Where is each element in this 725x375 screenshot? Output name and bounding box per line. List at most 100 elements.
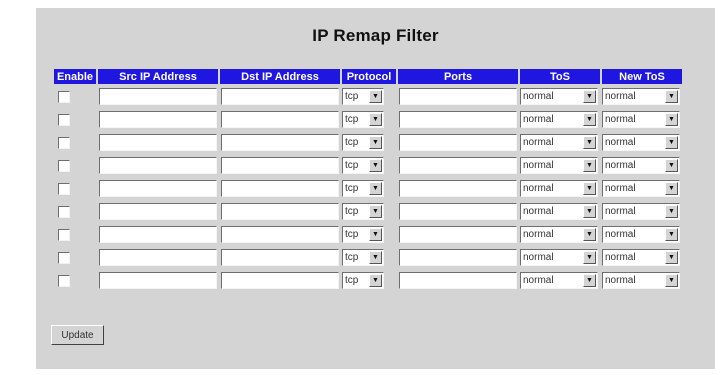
protocol-select[interactable]: tcp ▼ <box>342 226 384 243</box>
table-row: tcp ▼ normal ▼ normal ▼ <box>54 132 682 153</box>
new-tos-select[interactable]: normal ▼ <box>602 88 680 105</box>
src-ip-input[interactable] <box>99 134 217 151</box>
new-tos-select[interactable]: normal ▼ <box>602 226 680 243</box>
dst-ip-input[interactable] <box>221 203 339 220</box>
new-tos-select[interactable]: normal ▼ <box>602 249 680 266</box>
ports-input[interactable] <box>399 134 517 151</box>
tos-select[interactable]: normal ▼ <box>520 134 598 151</box>
chevron-down-icon: ▼ <box>583 136 596 149</box>
chevron-down-icon: ▼ <box>583 251 596 264</box>
ports-input[interactable] <box>399 226 517 243</box>
ports-input[interactable] <box>399 88 517 105</box>
protocol-select[interactable]: tcp ▼ <box>342 134 384 151</box>
new-tos-value: normal <box>605 160 636 171</box>
protocol-value: tcp <box>345 91 359 102</box>
tos-value: normal <box>523 91 554 102</box>
dst-ip-input[interactable] <box>221 157 339 174</box>
dst-ip-input[interactable] <box>221 180 339 197</box>
protocol-value: tcp <box>345 114 359 125</box>
protocol-select[interactable]: tcp ▼ <box>342 203 384 220</box>
tos-value: normal <box>523 275 554 286</box>
new-tos-value: normal <box>605 252 636 263</box>
dst-ip-input[interactable] <box>221 272 339 289</box>
new-tos-select[interactable]: normal ▼ <box>602 111 680 128</box>
table-row: tcp ▼ normal ▼ normal ▼ <box>54 247 682 268</box>
page-title: IP Remap Filter <box>312 26 439 45</box>
chevron-down-icon: ▼ <box>369 228 382 241</box>
tos-select[interactable]: normal ▼ <box>520 226 598 243</box>
chevron-down-icon: ▼ <box>665 90 678 103</box>
ports-input[interactable] <box>399 180 517 197</box>
column-header-new-tos: New ToS <box>602 69 682 84</box>
protocol-value: tcp <box>345 137 359 148</box>
new-tos-select[interactable]: normal ▼ <box>602 134 680 151</box>
protocol-select[interactable]: tcp ▼ <box>342 157 384 174</box>
protocol-value: tcp <box>345 275 359 286</box>
dst-ip-input[interactable] <box>221 111 339 128</box>
protocol-select[interactable]: tcp ▼ <box>342 88 384 105</box>
enable-checkbox[interactable] <box>58 251 70 264</box>
src-ip-input[interactable] <box>99 157 217 174</box>
enable-checkbox[interactable] <box>58 136 70 149</box>
dst-ip-input[interactable] <box>221 134 339 151</box>
chevron-down-icon: ▼ <box>665 182 678 195</box>
enable-checkbox[interactable] <box>58 205 70 218</box>
chevron-down-icon: ▼ <box>583 274 596 287</box>
src-ip-input[interactable] <box>99 180 217 197</box>
tos-select[interactable]: normal ▼ <box>520 203 598 220</box>
ports-input[interactable] <box>399 272 517 289</box>
table-row: tcp ▼ normal ▼ normal ▼ <box>54 178 682 199</box>
update-button[interactable]: Update <box>51 325 104 345</box>
chevron-down-icon: ▼ <box>665 113 678 126</box>
new-tos-value: normal <box>605 137 636 148</box>
protocol-select[interactable]: tcp ▼ <box>342 272 384 289</box>
ports-input[interactable] <box>399 203 517 220</box>
tos-select[interactable]: normal ▼ <box>520 111 598 128</box>
new-tos-select[interactable]: normal ▼ <box>602 157 680 174</box>
protocol-value: tcp <box>345 160 359 171</box>
new-tos-value: normal <box>605 275 636 286</box>
enable-checkbox[interactable] <box>58 113 70 126</box>
protocol-select[interactable]: tcp ▼ <box>342 180 384 197</box>
ports-input[interactable] <box>399 249 517 266</box>
tos-value: normal <box>523 206 554 217</box>
tos-select[interactable]: normal ▼ <box>520 272 598 289</box>
protocol-select[interactable]: tcp ▼ <box>342 111 384 128</box>
src-ip-input[interactable] <box>99 203 217 220</box>
tos-value: normal <box>523 160 554 171</box>
enable-checkbox[interactable] <box>58 90 70 103</box>
column-header-src-ip: Src IP Address <box>98 69 218 84</box>
tos-select[interactable]: normal ▼ <box>520 249 598 266</box>
enable-checkbox[interactable] <box>58 274 70 287</box>
chevron-down-icon: ▼ <box>583 182 596 195</box>
new-tos-value: normal <box>605 206 636 217</box>
dst-ip-input[interactable] <box>221 249 339 266</box>
enable-checkbox[interactable] <box>58 182 70 195</box>
dst-ip-input[interactable] <box>221 88 339 105</box>
protocol-select[interactable]: tcp ▼ <box>342 249 384 266</box>
src-ip-input[interactable] <box>99 88 217 105</box>
new-tos-select[interactable]: normal ▼ <box>602 203 680 220</box>
src-ip-input[interactable] <box>99 272 217 289</box>
enable-checkbox[interactable] <box>58 228 70 241</box>
ports-input[interactable] <box>399 157 517 174</box>
table-row: tcp ▼ normal ▼ normal ▼ <box>54 86 682 107</box>
column-header-enable: Enable <box>54 69 96 84</box>
ports-input[interactable] <box>399 111 517 128</box>
src-ip-input[interactable] <box>99 111 217 128</box>
enable-checkbox[interactable] <box>58 159 70 172</box>
chevron-down-icon: ▼ <box>583 90 596 103</box>
protocol-value: tcp <box>345 183 359 194</box>
chevron-down-icon: ▼ <box>583 205 596 218</box>
src-ip-input[interactable] <box>99 226 217 243</box>
table-row: tcp ▼ normal ▼ normal ▼ <box>54 155 682 176</box>
new-tos-select[interactable]: normal ▼ <box>602 272 680 289</box>
chevron-down-icon: ▼ <box>369 182 382 195</box>
tos-select[interactable]: normal ▼ <box>520 157 598 174</box>
tos-select[interactable]: normal ▼ <box>520 180 598 197</box>
new-tos-value: normal <box>605 229 636 240</box>
new-tos-select[interactable]: normal ▼ <box>602 180 680 197</box>
src-ip-input[interactable] <box>99 249 217 266</box>
dst-ip-input[interactable] <box>221 226 339 243</box>
tos-select[interactable]: normal ▼ <box>520 88 598 105</box>
